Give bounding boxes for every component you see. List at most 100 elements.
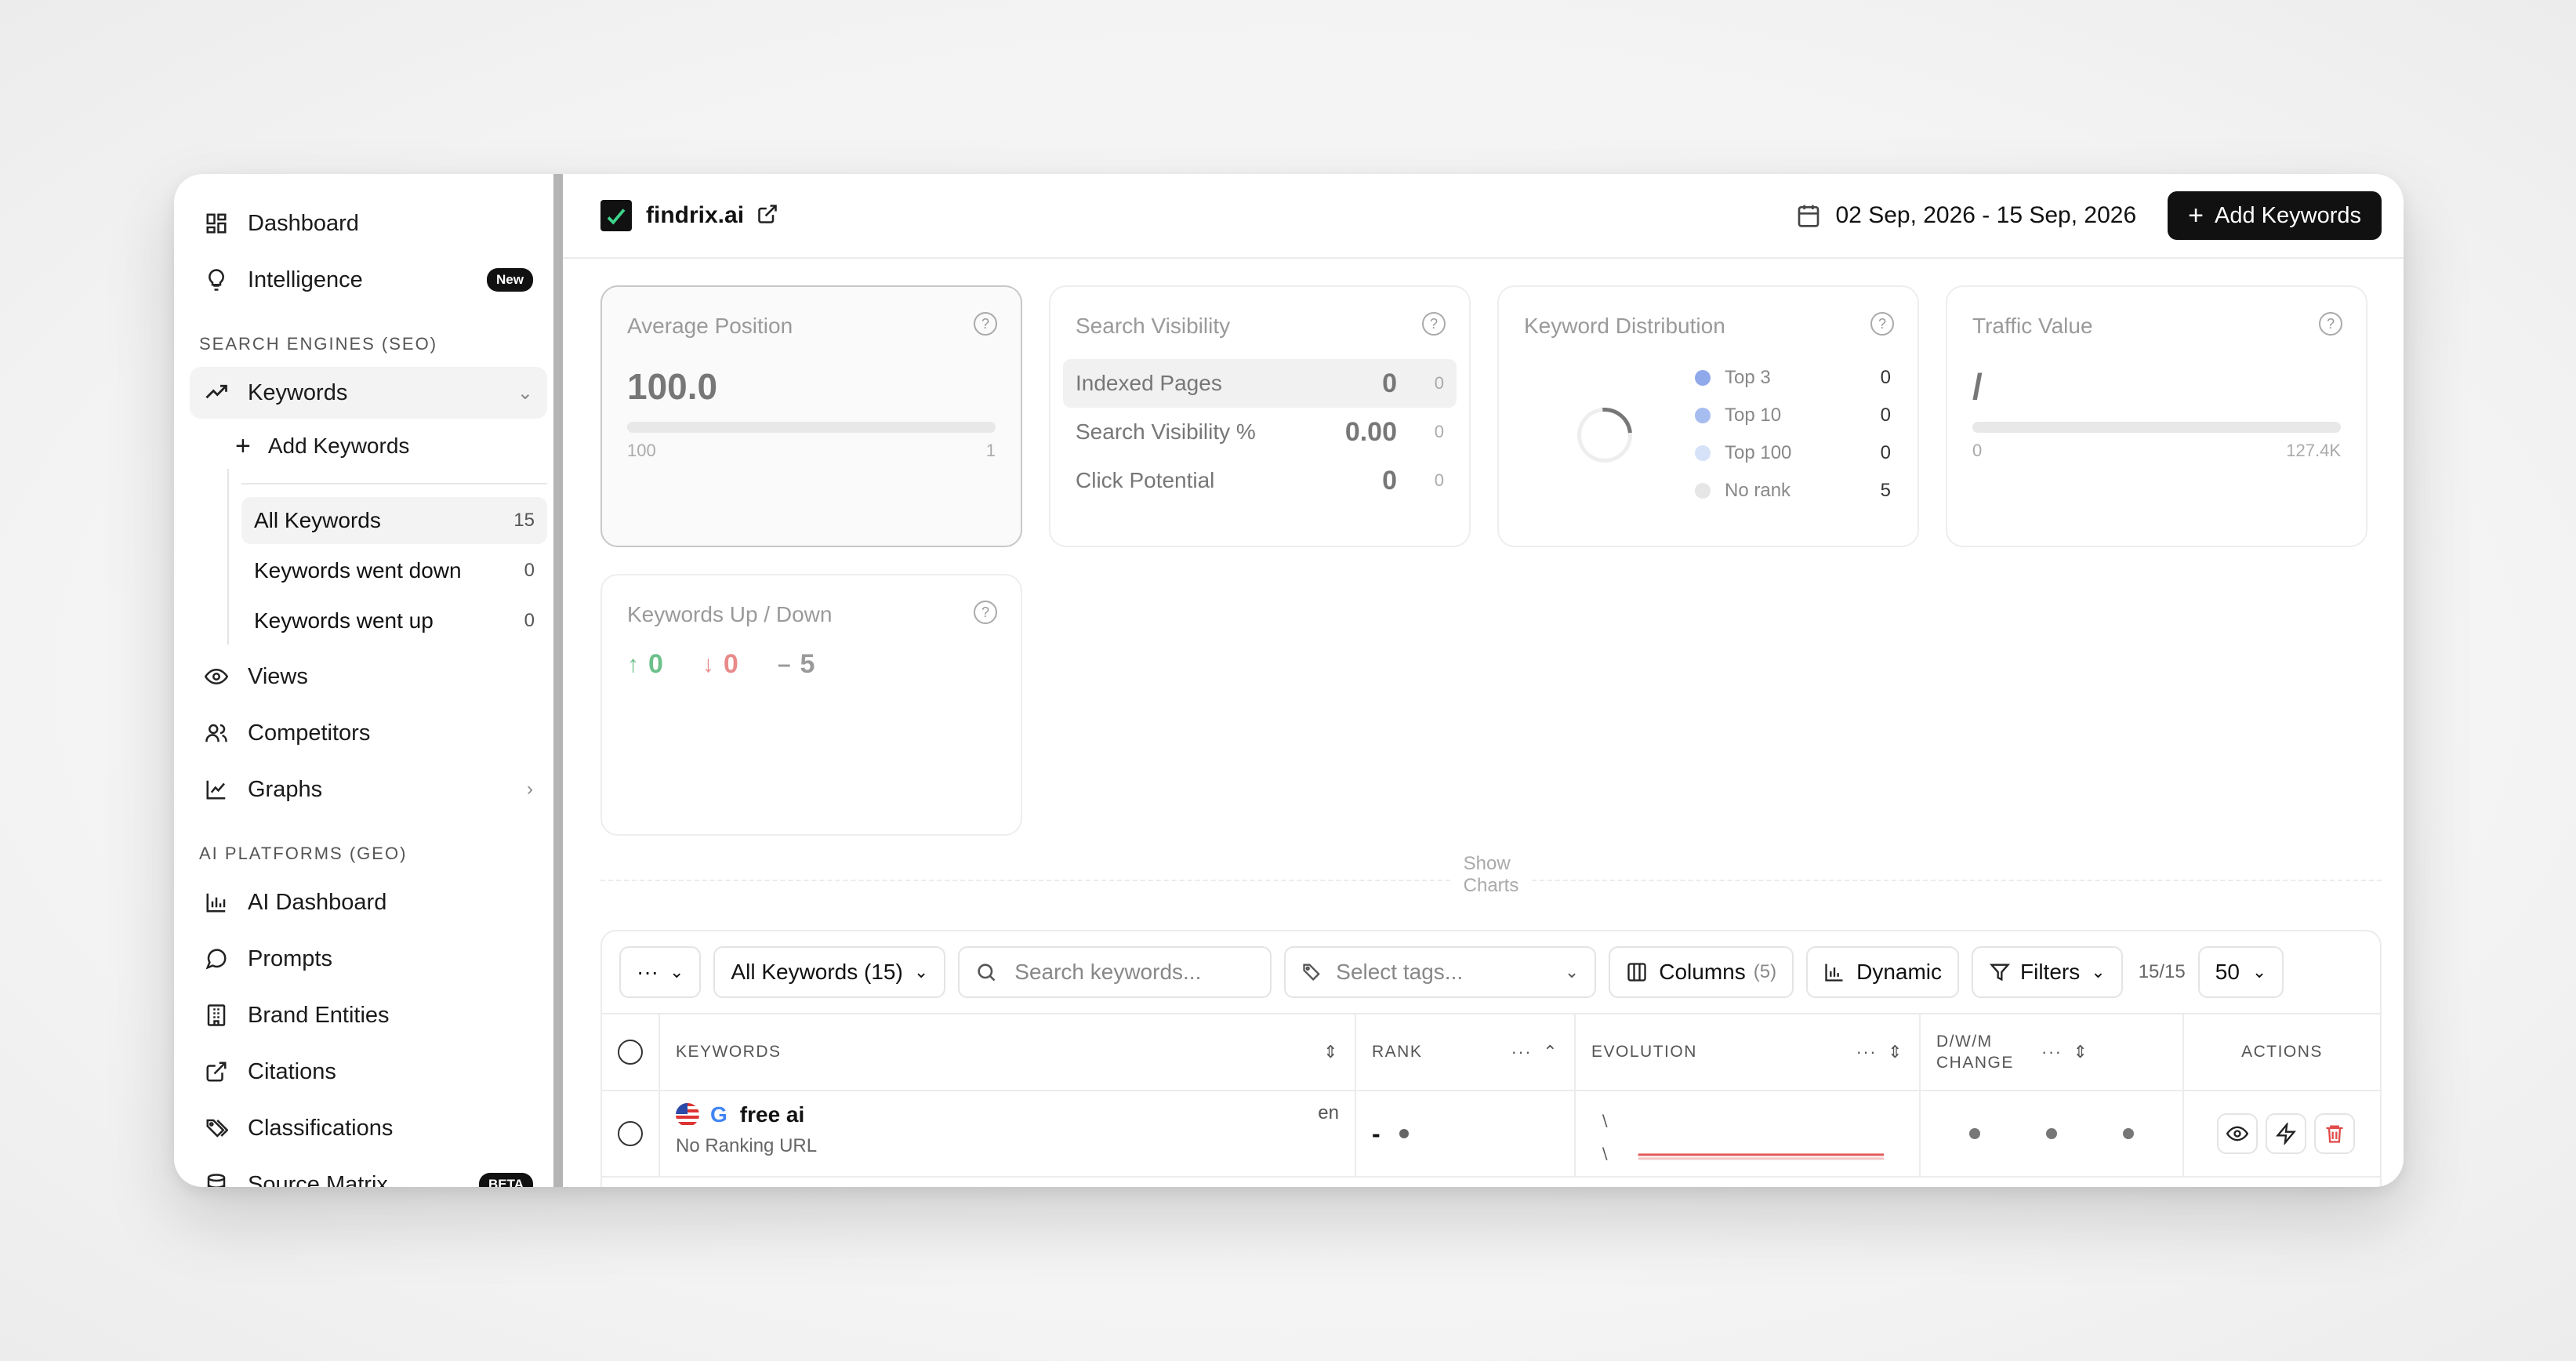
more-actions-button[interactable]: ··· ⌄ <box>619 946 702 998</box>
card-title: Keywords Up / Down <box>627 602 833 626</box>
sidebar-item-intelligence[interactable]: Intelligence New <box>190 254 547 306</box>
tags-select[interactable]: Select tags... ⌄ <box>1284 946 1597 998</box>
count-label: 0 <box>524 610 535 631</box>
show-charts-label: Show Charts <box>1450 853 1532 897</box>
sidebar-item-classifications[interactable]: Classifications <box>190 1102 547 1154</box>
search-visibility-row[interactable]: Search Visibility % 0.00 0 <box>1063 408 1457 456</box>
legend-value: 5 <box>1880 480 1891 501</box>
sidebar-item-citations[interactable]: Citations <box>190 1046 547 1098</box>
sort-icon[interactable]: ⇕ <box>1888 1042 1903 1062</box>
rank-dot <box>1399 1129 1409 1138</box>
sidebar-scrollbar[interactable] <box>553 174 563 1187</box>
legend-label: Top 100 <box>1725 442 1792 463</box>
row-checkbox[interactable] <box>618 1121 643 1146</box>
legend-item[interactable]: Top 3 0 <box>1695 359 1891 397</box>
evolution-column-header[interactable]: EVOLUTION ··· ⇕ <box>1576 1014 1921 1090</box>
more-icon[interactable]: ··· <box>1511 1042 1532 1062</box>
result-count: 15/15 <box>2138 961 2186 982</box>
site-name[interactable]: findrix.ai <box>646 202 744 229</box>
sidebar-item-competitors[interactable]: Competitors <box>190 707 547 759</box>
date-range-label: 02 Sep, 2026 - 15 Sep, 2026 <box>1835 202 2137 228</box>
more-icon[interactable]: ··· <box>2041 1042 2062 1062</box>
indexed-pages-row[interactable]: Indexed Pages 0 0 <box>1063 359 1457 408</box>
legend-item[interactable]: Top 100 0 <box>1695 434 1891 472</box>
chevron-right-icon[interactable]: › <box>527 778 533 800</box>
more-icon[interactable]: ··· <box>1856 1042 1877 1062</box>
bar-labels: 100 1 <box>627 441 996 461</box>
top-bar: findrix.ai 02 Sep, 2026 - 15 Sep, 2026 +… <box>563 174 2404 259</box>
bar-labels: 0 127.4K <box>1972 441 2341 461</box>
sidebar-subitem-all-keywords[interactable]: All Keywords 15 <box>241 497 547 544</box>
search-visibility-card[interactable]: Search Visibility ? Indexed Pages 0 0 Se… <box>1049 285 1471 547</box>
sidebar-item-prompts[interactable]: Prompts <box>190 933 547 985</box>
neutral-count: –5 <box>778 649 815 680</box>
up-count: ↑ 0 <box>627 649 663 680</box>
more-icon: ··· <box>637 960 659 984</box>
view-button[interactable] <box>2217 1113 2258 1154</box>
help-icon[interactable]: ? <box>974 312 997 336</box>
day-change-dot <box>1969 1128 1980 1139</box>
filters-button[interactable]: Filters ⌄ <box>1972 946 2123 998</box>
change-cell <box>1921 1091 2184 1176</box>
average-position-card[interactable]: Average Position ? 100.0 100 1 <box>600 285 1022 547</box>
keyword-text[interactable]: free ai <box>740 1102 805 1127</box>
refresh-rank-button[interactable] <box>2266 1113 2306 1154</box>
help-icon[interactable]: ? <box>1870 312 1894 336</box>
select-all-checkbox[interactable] <box>618 1040 643 1065</box>
sort-icon[interactable]: ⇕ <box>2073 1042 2088 1062</box>
add-keywords-button[interactable]: + Add Keywords <box>2168 191 2382 240</box>
metric-delta: 0 <box>1434 373 1444 393</box>
card-title: Keyword Distribution <box>1524 314 1725 338</box>
metric-value: 0 <box>1382 465 1397 495</box>
keyword-info: G free ai No Ranking URL <box>676 1102 1318 1157</box>
keywords-up-down-card[interactable]: Keywords Up / Down ? ↑ 0 ↓ 0 –5 <box>600 574 1022 836</box>
help-icon[interactable]: ? <box>2319 312 2342 336</box>
filter-icon <box>1989 964 2011 982</box>
table-row[interactable]: G free ai No Ranking URL en - \ \ <box>602 1091 2380 1178</box>
columns-icon <box>1627 963 1646 982</box>
show-charts-toggle[interactable]: ▮▯ Show Charts ⌄ <box>1450 853 1532 897</box>
chevron-down-icon: ⌄ <box>669 962 684 982</box>
sidebar-subitem-keywords-down[interactable]: Keywords went down 0 <box>241 547 547 594</box>
metric-delta: 0 <box>1434 470 1444 490</box>
sidebar-item-ai-dashboard[interactable]: AI Dashboard <box>190 876 547 928</box>
chevron-down-icon[interactable]: ⌄ <box>517 382 533 405</box>
per-page-select[interactable]: 50 ⌄ <box>2197 946 2284 998</box>
sort-icon[interactable]: ⇕ <box>1323 1042 1339 1062</box>
help-icon[interactable]: ? <box>1422 312 1446 336</box>
search-input[interactable]: Search keywords... <box>958 946 1272 998</box>
view-select[interactable]: All Keywords (15) ⌄ <box>713 946 946 998</box>
date-range-picker[interactable]: 02 Sep, 2026 - 15 Sep, 2026 <box>1796 202 2136 229</box>
keywords-column-header[interactable]: KEYWORDS ⇕ <box>660 1014 1356 1090</box>
sidebar-add-keywords[interactable]: + Add Keywords <box>190 423 547 469</box>
legend-item[interactable]: No rank 5 <box>1695 472 1891 510</box>
sort-asc-icon[interactable]: ⌃ <box>1543 1042 1558 1062</box>
legend-label: Top 3 <box>1725 367 1771 388</box>
rank-value: - <box>1372 1119 1381 1148</box>
legend-item[interactable]: Top 10 0 <box>1695 397 1891 434</box>
card-title: Traffic Value <box>1972 314 2093 338</box>
sidebar-item-brand-entities[interactable]: Brand Entities <box>190 989 547 1041</box>
keyword-distribution-card[interactable]: Keyword Distribution ? Top 3 0 Top 10 0 To… <box>1497 285 1919 547</box>
columns-button[interactable]: Columns (5) <box>1609 946 1794 998</box>
sidebar-item-dashboard[interactable]: Dashboard <box>190 198 547 249</box>
external-link-icon[interactable] <box>756 203 778 229</box>
dynamic-button[interactable]: Dynamic <box>1806 946 1960 998</box>
rank-column-header[interactable]: RANK ··· ⌃ <box>1356 1014 1576 1090</box>
sidebar-item-label: Prompts <box>248 945 332 971</box>
row-select-cell <box>602 1091 660 1176</box>
delete-button[interactable] <box>2314 1113 2355 1154</box>
sidebar-item-keywords[interactable]: Keywords ⌄ <box>190 367 547 419</box>
sidebar-item-label: AI Dashboard <box>248 889 387 915</box>
card-title: Search Visibility <box>1076 314 1231 338</box>
click-potential-row[interactable]: Click Potential 0 0 <box>1063 456 1457 505</box>
sidebar-item-graphs[interactable]: Graphs › <box>190 764 547 815</box>
change-column-header[interactable]: D/W/M CHANGE ··· ⇕ <box>1921 1014 2184 1090</box>
sidebar-item-views[interactable]: Views <box>190 651 547 702</box>
ranking-url: No Ranking URL <box>676 1135 818 1156</box>
sidebar-item-source-matrix[interactable]: Source Matrix BETA <box>190 1159 547 1187</box>
sidebar-subitem-keywords-up[interactable]: Keywords went up 0 <box>241 597 547 644</box>
traffic-value-card[interactable]: Traffic Value ? / 0 127.4K <box>1946 285 2367 547</box>
sidebar-item-label: Graphs <box>248 776 323 802</box>
help-icon[interactable]: ? <box>974 601 997 624</box>
